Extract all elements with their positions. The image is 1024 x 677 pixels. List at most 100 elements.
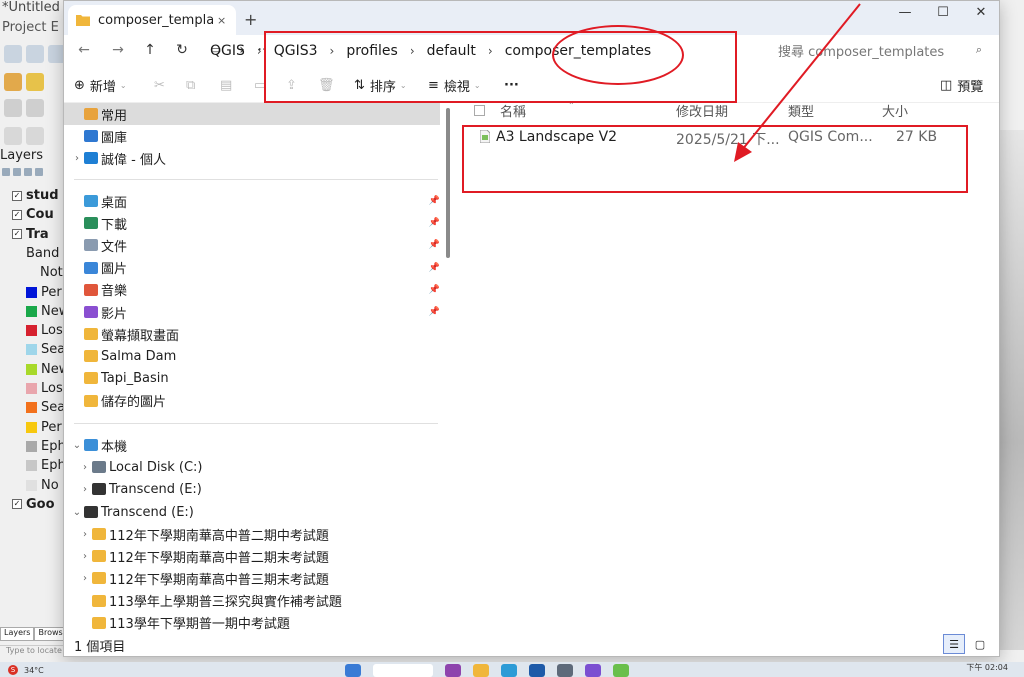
edge-icon[interactable] — [501, 664, 517, 677]
layer-item[interactable]: No — [0, 476, 70, 495]
minimize-button[interactable]: — — [890, 5, 920, 25]
column-name[interactable]: 名稱 — [500, 101, 526, 120]
layer-item[interactable]: Sea — [0, 340, 70, 359]
nav-item-pinned[interactable]: 圖片 📌 — [64, 257, 440, 279]
column-date[interactable]: 修改日期 — [676, 101, 728, 120]
tab-layers[interactable]: Layers — [0, 627, 35, 641]
qgis-menu[interactable]: Project E — [0, 20, 70, 40]
layer-item[interactable]: Not — [0, 263, 70, 282]
nav-item-subfolder[interactable]: 113學年下學期普一期中考試題 — [64, 612, 440, 631]
select-all-checkbox[interactable] — [474, 105, 485, 116]
nav-item-pinned[interactable]: 影片 📌 — [64, 301, 440, 323]
nav-item-subfolder[interactable]: › 112年下學期南華高中普二期中考試題 — [64, 523, 440, 545]
nav-item-folder[interactable]: 儲存的圖片 — [64, 390, 440, 412]
nav-item-folder[interactable]: Salma Dam — [64, 345, 440, 367]
filter-icon[interactable] — [24, 168, 32, 176]
new-button[interactable]: ⊕ 新增 ⌄ — [74, 75, 127, 95]
back-button[interactable]: ← — [74, 40, 94, 60]
add-group-icon[interactable] — [13, 168, 21, 176]
chevron-icon[interactable]: › — [78, 573, 92, 584]
chevron-icon[interactable]: › — [70, 153, 84, 164]
nav-item-drive[interactable]: › Local Disk (C:) — [64, 456, 440, 478]
edit-icon[interactable] — [26, 99, 44, 117]
up-button[interactable]: ↑ — [140, 40, 160, 60]
nav-item-folder[interactable]: Tapi_Basin — [64, 367, 440, 389]
maximize-button[interactable]: ☐ — [928, 5, 958, 25]
preview-button[interactable]: ◫ 預覽 — [940, 75, 983, 95]
tab-composer-templates[interactable]: composer_templat × — [68, 5, 236, 35]
tiles-view-icon[interactable]: ▢ — [969, 634, 991, 654]
layer-item[interactable]: New — [0, 302, 70, 321]
tab-browser[interactable]: Brows — [34, 627, 67, 641]
nav-item-pinned[interactable]: 文件 📌 — [64, 234, 440, 256]
layer-item[interactable]: Los — [0, 379, 70, 398]
nav-item-quick[interactable]: 圖庫 — [64, 125, 440, 147]
nav-item-subfolder[interactable]: › 112年下學期南華高中普二期末考試題 — [64, 545, 440, 567]
layer-item[interactable]: Eph — [0, 456, 70, 475]
map-canvas[interactable] — [1000, 130, 1024, 650]
app-icon[interactable] — [529, 664, 545, 677]
taskbar-search-icon[interactable] — [373, 664, 433, 677]
details-view-icon[interactable]: ☰ — [943, 634, 965, 654]
filter-legend-icon[interactable] — [35, 168, 43, 176]
search-input[interactable]: 搜尋 composer_templates ⌕ — [768, 37, 994, 63]
nav-item-pinned[interactable]: 下載 📌 — [64, 212, 440, 234]
explorer-app-icon[interactable] — [473, 664, 489, 677]
nav-item-transcend[interactable]: ⌄ Transcend (E:) — [64, 501, 440, 523]
layer-item[interactable]: Sea — [0, 398, 70, 417]
nav-item-pinned[interactable]: 音樂 📌 — [64, 279, 440, 301]
layer-checkbox[interactable]: ✓ — [12, 190, 22, 201]
start-icon[interactable] — [345, 664, 361, 677]
nav-item-subfolder[interactable]: › 112年下學期南華高中普三期末考試題 — [64, 567, 440, 589]
tab-close-button[interactable]: × — [217, 14, 226, 27]
app-icon[interactable] — [585, 664, 601, 677]
nav-item-quick[interactable]: › 誠偉 - 個人 — [64, 147, 440, 169]
layer-item[interactable]: ✓ Cou — [0, 205, 70, 224]
identify-icon[interactable] — [26, 127, 44, 145]
add-vector-icon[interactable] — [26, 73, 44, 91]
nav-item-pinned[interactable]: 桌面 📌 — [64, 190, 440, 212]
select-icon[interactable] — [4, 127, 22, 145]
breadcrumb-item[interactable]: QGIS — [210, 43, 245, 59]
copy-icon[interactable]: ⧉ — [186, 75, 195, 95]
weather-widget[interactable]: S 34°C — [8, 665, 44, 675]
nav-item-drive[interactable]: › Transcend (E:) — [64, 478, 440, 500]
layer-item[interactable]: ✓ Tra — [0, 225, 70, 244]
nav-item-this-pc[interactable]: ⌄ 本機 — [64, 434, 440, 456]
nav-scrollbar[interactable] — [446, 108, 450, 258]
chevron-icon[interactable]: ⌄ — [70, 507, 84, 518]
digitize-icon[interactable] — [4, 99, 22, 117]
style-icon[interactable] — [2, 168, 10, 176]
locator-input[interactable]: Type to locate — [0, 645, 66, 659]
pan-icon[interactable] — [4, 45, 22, 63]
nav-item-quick[interactable]: 常用 — [64, 103, 440, 125]
chevron-icon[interactable]: › — [78, 529, 92, 540]
layer-item[interactable]: Band — [0, 244, 70, 263]
nav-item-folder[interactable]: 螢幕擷取畫面 — [64, 323, 440, 345]
column-type[interactable]: 類型 — [788, 101, 814, 120]
layer-item[interactable]: New — [0, 360, 70, 379]
column-size[interactable]: 大小 — [882, 101, 908, 120]
layer-item[interactable]: Los — [0, 321, 70, 340]
layer-item[interactable]: Eph — [0, 437, 70, 456]
refresh-button[interactable]: ↻ — [172, 40, 192, 60]
close-button[interactable]: ✕ — [966, 5, 996, 25]
layer-item[interactable]: Per — [0, 283, 70, 302]
nav-item-subfolder[interactable]: 113學年上學期普三探究與實作補考試題 — [64, 590, 440, 612]
layer-checkbox[interactable]: ✓ — [12, 209, 22, 220]
chevron-icon[interactable]: › — [78, 551, 92, 562]
breadcrumb-separator-icon[interactable]: › — [257, 44, 262, 58]
pan-to-selection-icon[interactable] — [26, 45, 44, 63]
add-layer-icon[interactable] — [4, 73, 22, 91]
new-tab-button[interactable]: + — [244, 10, 257, 29]
chevron-icon[interactable]: › — [78, 462, 92, 473]
qgis-app-icon[interactable] — [613, 664, 629, 677]
cut-icon[interactable]: ✂ — [154, 75, 165, 95]
chevron-icon[interactable]: ⌄ — [70, 440, 84, 451]
layer-item[interactable]: ✓ Goo — [0, 495, 70, 514]
chevron-icon[interactable]: › — [78, 484, 92, 495]
layer-item[interactable]: Per — [0, 418, 70, 437]
forward-button[interactable]: → — [108, 40, 128, 60]
paste-icon[interactable]: ▤ — [220, 75, 232, 95]
layer-item[interactable]: ✓ stud — [0, 186, 70, 205]
